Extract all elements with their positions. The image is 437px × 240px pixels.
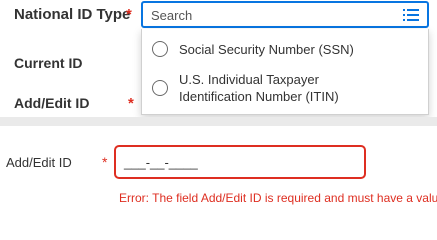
option-label: U.S. Individual Taxpayer Identification … <box>179 72 339 104</box>
required-marker: * <box>102 154 108 170</box>
error-prefix: Error: <box>119 191 149 205</box>
section-divider <box>0 117 437 126</box>
option-itin[interactable]: U.S. Individual Taxpayer Identification … <box>152 71 392 105</box>
add-edit-id-input[interactable]: ___-__-____ <box>114 145 366 179</box>
national-id-form-panel: National ID Type * Current ID Add/Edit I… <box>0 0 437 117</box>
national-id-type-label: National ID Type <box>14 6 131 23</box>
required-marker: * <box>126 6 132 23</box>
add-edit-id-label: Add/Edit ID <box>6 155 72 170</box>
list-icon[interactable] <box>403 8 419 22</box>
add-edit-id-label: Add/Edit ID <box>14 95 90 111</box>
radio-button[interactable] <box>152 80 168 96</box>
option-label: Social Security Number (SSN) <box>179 42 354 57</box>
national-id-type-search[interactable] <box>141 1 429 28</box>
option-ssn[interactable]: Social Security Number (SSN) <box>152 41 354 58</box>
search-input[interactable] <box>151 6 391 24</box>
error-text: The field Add/Edit ID is required and mu… <box>152 191 437 205</box>
current-id-label: Current ID <box>14 55 83 71</box>
required-marker: * <box>128 95 134 112</box>
error-message: Error: The field Add/Edit ID is required… <box>119 191 437 205</box>
radio-button[interactable] <box>152 41 168 57</box>
id-input-mask[interactable]: ___-__-____ <box>124 155 198 170</box>
add-edit-id-error-panel: Add/Edit ID * ___-__-____ Error: The fie… <box>0 126 437 210</box>
national-id-type-dropdown: Social Security Number (SSN) U.S. Indivi… <box>141 29 429 115</box>
